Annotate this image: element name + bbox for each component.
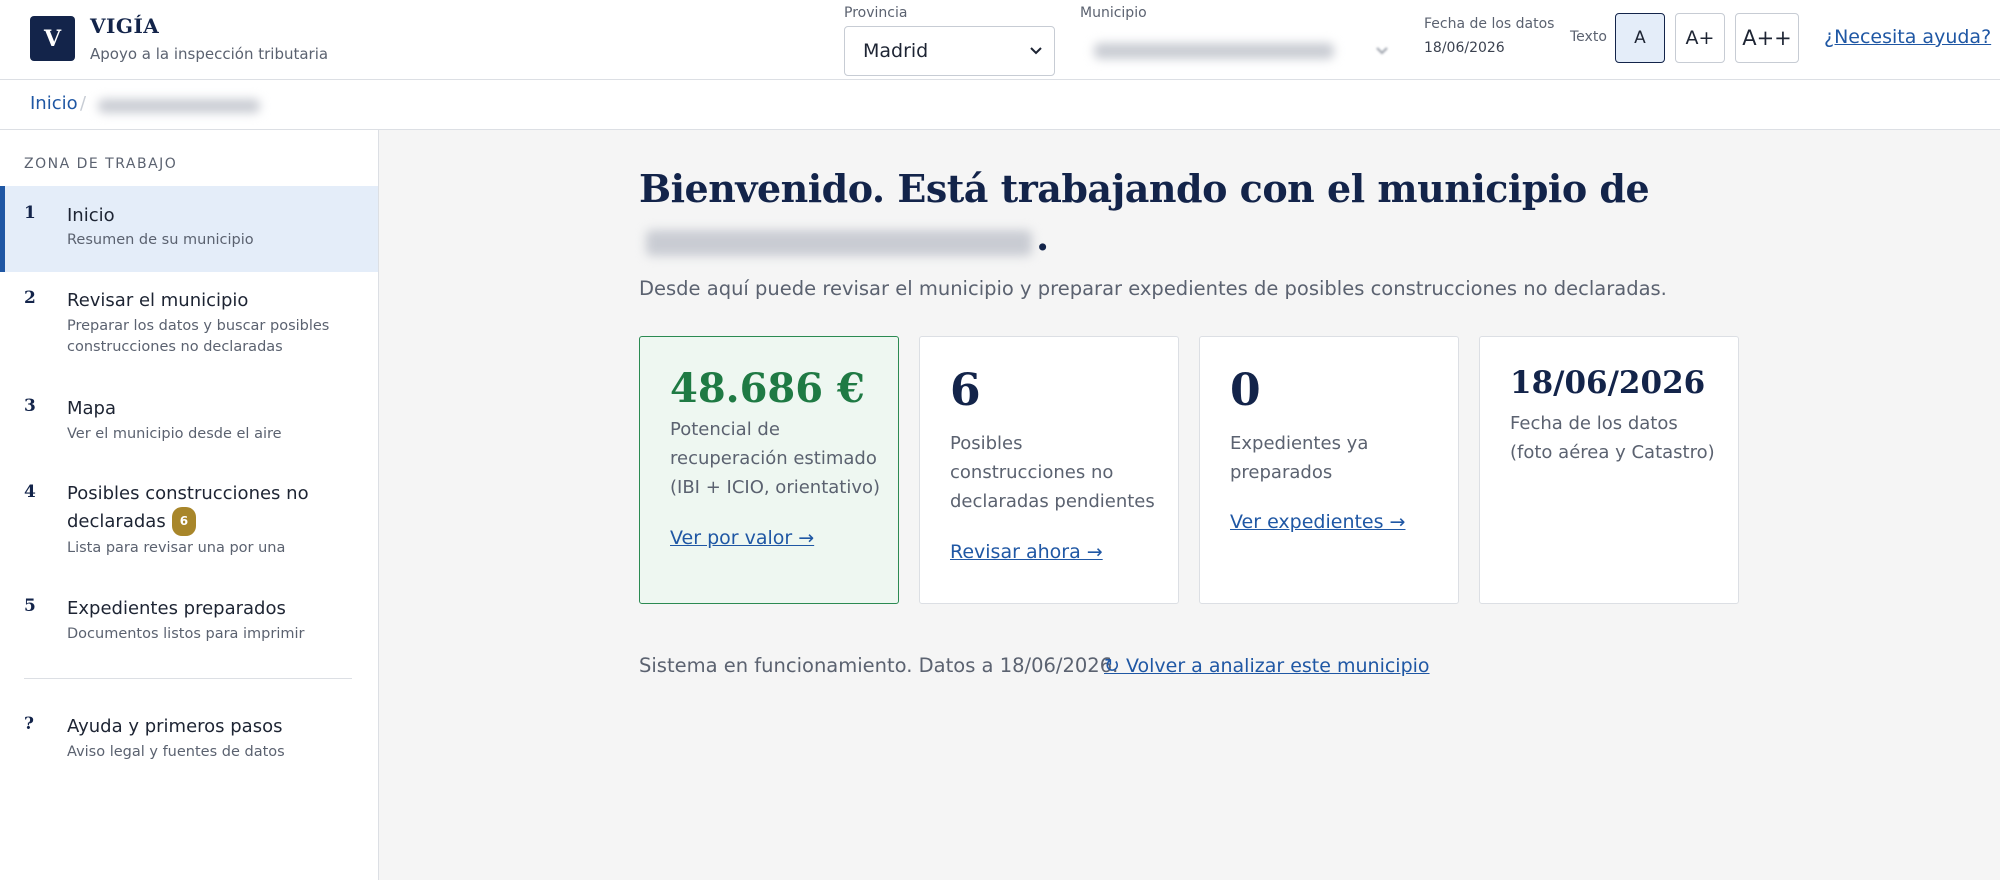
review-now-link[interactable]: Revisar ahora →	[950, 541, 1103, 563]
sidebar-item-label: Posibles construcciones no declaradas 6	[67, 480, 347, 536]
municipio-value-redacted	[1094, 43, 1334, 59]
help-link[interactable]: ¿Necesita ayuda?	[1824, 26, 1991, 48]
prepared-files-card: 0 Expedientes ya preparados Ver expedien…	[1199, 336, 1459, 604]
card-value: 6	[950, 365, 981, 416]
municipio-label: Municipio	[1080, 5, 1147, 21]
breadcrumb-current-redacted	[98, 99, 260, 113]
sidebar-item-mapa[interactable]: 3 Mapa Ver el municipio desde el aire	[0, 380, 378, 460]
text-size-large-button[interactable]: A+	[1675, 13, 1725, 63]
sidebar-item-inicio[interactable]: 1 Inicio Resumen de su municipio	[0, 186, 378, 272]
brand-name: VIGÍA	[90, 14, 160, 38]
card-value: 18/06/2026	[1510, 365, 1706, 401]
card-description: Expedientes ya preparados	[1230, 433, 1369, 483]
reanalyze-link[interactable]: ↻ Volver a analizar este municipio	[1104, 655, 1430, 677]
data-date-card: 18/06/2026 Fecha de los datos (foto aére…	[1479, 336, 1739, 604]
text-size-normal-button[interactable]: A	[1615, 13, 1665, 63]
recovery-potential-card: 48.686 € Potencial de recuperación estim…	[639, 336, 899, 604]
sidebar-item-desc: Ver el municipio desde el aire	[67, 426, 282, 442]
provincia-label: Provincia	[844, 5, 908, 21]
sidebar-item-desc: Resumen de su municipio	[67, 232, 254, 248]
provincia-select[interactable]: Madrid	[844, 26, 1055, 76]
view-by-value-link[interactable]: Ver por valor →	[670, 527, 814, 549]
data-date-label: Fecha de los datos	[1424, 16, 1555, 32]
municipio-select[interactable]	[1080, 30, 1402, 72]
sidebar-divider	[24, 678, 352, 679]
text-size-xlarge-button[interactable]: A++	[1735, 13, 1799, 63]
sidebar-item-label: Expedientes preparados	[67, 598, 286, 619]
sidebar-item-label: Ayuda y primeros pasos	[67, 716, 283, 737]
sidebar-item-desc: Preparar los datos y buscar posibles con…	[67, 318, 330, 355]
provincia-value: Madrid	[863, 40, 929, 62]
sidebar-item-number: 3	[24, 396, 36, 416]
card-description: Fecha de los datos (foto aérea y Catastr…	[1510, 413, 1715, 463]
sidebar-item-desc: Aviso legal y fuentes de datos	[67, 744, 285, 760]
sidebar-item-revisar[interactable]: 2 Revisar el municipio Preparar los dato…	[0, 272, 378, 372]
sidebar: ZONA DE TRABAJO 1 Inicio Resumen de su m…	[0, 130, 379, 880]
sidebar-item-ayuda[interactable]: ? Ayuda y primeros pasos Aviso legal y f…	[0, 698, 378, 778]
sidebar-item-label: Revisar el municipio	[67, 290, 249, 311]
card-value: 0	[1230, 365, 1261, 416]
sidebar-item-desc: Lista para revisar una por una	[67, 540, 286, 556]
sidebar-item-construcciones[interactable]: 4 Posibles construcciones no declaradas 6…	[0, 466, 378, 568]
sidebar-item-number: 4	[24, 482, 36, 502]
top-header: V VIGÍA Apoyo a la inspección tributaria…	[0, 0, 2000, 80]
sidebar-item-number: 1	[24, 203, 36, 223]
pending-constructions-card: 6 Posibles construcciones no declaradas …	[919, 336, 1179, 604]
breadcrumb-home-link[interactable]: Inicio	[30, 93, 78, 114]
municipio-name-redacted	[646, 230, 1032, 256]
pending-count-badge: 6	[171, 507, 197, 536]
card-description: Potencial de recuperación estimado (IBI …	[670, 419, 881, 498]
page-subtitle: Desde aquí puede revisar el municipio y …	[639, 277, 1667, 300]
page-title: Bienvenido. Está trabajando con el munic…	[639, 166, 1650, 211]
sidebar-item-number: 2	[24, 288, 36, 308]
view-files-link[interactable]: Ver expedientes →	[1230, 511, 1405, 533]
logo-letter: V	[43, 25, 62, 52]
sidebar-item-number: 5	[24, 596, 36, 616]
logo: V	[30, 16, 75, 61]
sidebar-item-desc: Documentos listos para imprimir	[67, 626, 305, 642]
text-size-label: Texto	[1570, 29, 1607, 45]
sidebar-item-label: Mapa	[67, 398, 117, 419]
card-value: 48.686 €	[670, 365, 865, 412]
card-description: Posibles construcciones no declaradas pe…	[950, 433, 1155, 512]
sidebar-item-label: Inicio	[67, 205, 115, 226]
sidebar-item-expedientes[interactable]: 5 Expedientes preparados Documentos list…	[0, 580, 378, 660]
system-status-text: Sistema en funcionamiento. Datos a 18/06…	[639, 654, 1119, 677]
help-icon: ?	[24, 714, 34, 734]
page-title-end: .	[1036, 214, 1050, 259]
brand-subtitle: Apoyo a la inspección tributaria	[90, 45, 329, 63]
chevron-down-icon	[1030, 44, 1042, 59]
sidebar-heading: ZONA DE TRABAJO	[24, 156, 178, 172]
data-date-value: 18/06/2026	[1424, 40, 1505, 56]
chevron-down-icon	[1376, 44, 1388, 59]
breadcrumb: Inicio /	[0, 80, 2000, 130]
breadcrumb-separator: /	[80, 93, 87, 114]
